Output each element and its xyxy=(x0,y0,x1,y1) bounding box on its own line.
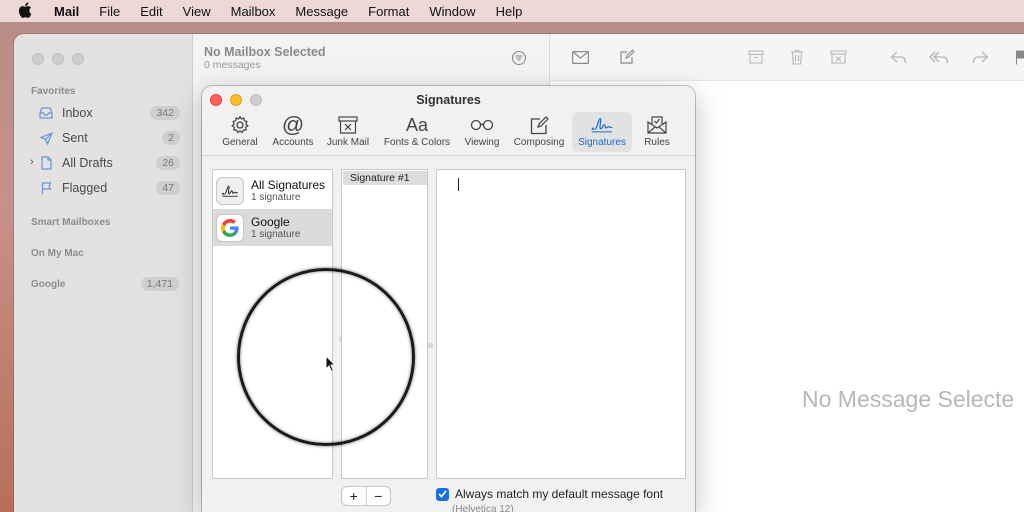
junk-icon[interactable] xyxy=(828,48,848,66)
sidebar-item-flagged[interactable]: Flagged 47 xyxy=(32,178,180,198)
tab-label: Accounts xyxy=(272,137,314,148)
on-my-mac-header[interactable]: On My Mac xyxy=(31,248,84,259)
apple-menu-icon[interactable] xyxy=(18,2,32,18)
default-font-hint: (Helvetica 12) xyxy=(452,504,514,512)
at-sign-icon: @ xyxy=(281,112,305,137)
sidebar-item-label: Inbox xyxy=(62,106,93,120)
mail-close-button[interactable] xyxy=(32,53,44,65)
signature-icon xyxy=(217,177,243,204)
menu-message[interactable]: Message xyxy=(295,4,348,19)
column-resize-handle[interactable] xyxy=(428,343,433,348)
sidebar-item-inbox[interactable]: Inbox 342 xyxy=(32,103,180,123)
tab-label: Composing xyxy=(513,137,565,148)
tab-rules[interactable]: Rules xyxy=(638,112,676,152)
signature-editor[interactable] xyxy=(436,169,686,479)
sidebar-item-label: All Drafts xyxy=(62,156,113,170)
window-title: Signatures xyxy=(416,93,481,107)
menu-format[interactable]: Format xyxy=(368,4,409,19)
signature-count: 1 signature xyxy=(251,228,301,240)
google-account-header[interactable]: Google 1,471 xyxy=(31,277,179,291)
text-cursor xyxy=(458,178,459,191)
tab-label: Signatures xyxy=(578,137,626,148)
forward-icon[interactable] xyxy=(970,48,990,66)
flag-icon xyxy=(38,180,54,196)
tab-junk-mail[interactable]: Junk Mail xyxy=(323,112,373,152)
sidebar-item-sent[interactable]: Sent 2 xyxy=(32,128,180,148)
reply-all-icon[interactable] xyxy=(929,48,949,66)
compose-icon xyxy=(527,114,551,136)
mailbox-sidebar: Favorites Inbox 342 Sent 2 › All Drafts … xyxy=(14,34,193,512)
compose-icon[interactable] xyxy=(617,48,637,66)
add-signature-button[interactable]: + xyxy=(342,487,366,505)
filter-icon[interactable] xyxy=(511,50,527,66)
menu-mailbox[interactable]: Mailbox xyxy=(231,4,276,19)
count-badge: 47 xyxy=(156,181,180,195)
smart-mailboxes-header[interactable]: Smart Mailboxes xyxy=(31,217,110,228)
tab-label: Fonts & Colors xyxy=(383,137,451,148)
signature-list-item[interactable]: Signature #1 xyxy=(343,171,427,185)
trash-icon[interactable] xyxy=(787,48,807,66)
message-count: 0 messages xyxy=(204,59,261,71)
menu-help[interactable]: Help xyxy=(496,4,523,19)
tab-viewing[interactable]: Viewing xyxy=(460,112,504,152)
viewer-toolbar xyxy=(550,34,1024,81)
sidebar-item-all-drafts[interactable]: › All Drafts 26 xyxy=(30,153,180,173)
chevron-right-icon[interactable]: › xyxy=(30,156,34,168)
remove-signature-button[interactable]: − xyxy=(365,487,391,505)
tab-label: Viewing xyxy=(464,137,500,148)
reply-icon[interactable] xyxy=(888,48,908,66)
account-name: Google xyxy=(251,214,290,229)
tab-composing[interactable]: Composing xyxy=(509,112,569,152)
document-icon xyxy=(38,155,54,171)
count-badge: 26 xyxy=(156,156,180,170)
menu-file[interactable]: File xyxy=(99,4,120,19)
checkbox-label: Always match my default message font xyxy=(455,487,664,501)
tab-accounts[interactable]: @ Accounts xyxy=(268,112,318,152)
favorites-header: Favorites xyxy=(31,86,76,97)
unread-count-badge: 342 xyxy=(150,106,180,120)
tab-label: General xyxy=(222,137,258,148)
inbox-tray-icon xyxy=(38,105,54,121)
junk-mail-icon xyxy=(336,114,360,136)
no-message-selected-placeholder: No Message Selecte xyxy=(802,386,1015,412)
tab-general[interactable]: General xyxy=(216,112,264,152)
match-default-font-checkbox[interactable]: Always match my default message font xyxy=(436,487,663,501)
menu-view[interactable]: View xyxy=(183,4,211,19)
signature-icon xyxy=(590,114,614,136)
account-row-google[interactable]: Google 1 signature xyxy=(213,209,332,246)
gear-icon xyxy=(228,114,252,136)
checkmark-icon xyxy=(436,487,449,501)
fonts-icon: Aa xyxy=(405,114,429,135)
sidebar-item-label: Flagged xyxy=(62,181,108,195)
mail-minimize-button[interactable] xyxy=(52,53,64,65)
tab-signatures[interactable]: Signatures xyxy=(572,112,632,152)
mailbox-title: No Mailbox Selected xyxy=(204,45,326,59)
menu-bar: Mail File Edit View Mailbox Message Form… xyxy=(0,0,1024,22)
tab-label: Rules xyxy=(644,137,670,148)
count-badge: 2 xyxy=(162,131,180,145)
google-logo-icon xyxy=(217,214,243,241)
add-remove-control: + − xyxy=(342,487,390,505)
account-name: All Signatures xyxy=(251,177,326,192)
paper-plane-icon xyxy=(38,130,54,146)
menu-edit[interactable]: Edit xyxy=(140,4,162,19)
account-row-all-signatures[interactable]: All Signatures 1 signature xyxy=(213,172,332,209)
mail-zoom-button[interactable] xyxy=(72,53,84,65)
menu-app-mail[interactable]: Mail xyxy=(54,4,79,19)
archive-icon[interactable] xyxy=(746,48,766,66)
rules-envelope-icon xyxy=(645,114,669,136)
menu-window[interactable]: Window xyxy=(429,4,475,19)
get-mail-envelope-icon[interactable] xyxy=(570,48,590,66)
mail-window-controls xyxy=(32,53,84,65)
account-label: Google xyxy=(31,278,66,290)
signature-count: 1 signature xyxy=(251,191,301,203)
preferences-toolbar: General @ Accounts Junk Mail Aa Fonts & … xyxy=(202,112,695,156)
flag-toolbar-icon[interactable] xyxy=(1011,48,1024,66)
glasses-icon xyxy=(470,114,494,136)
sidebar-item-label: Sent xyxy=(62,131,88,145)
count-badge: 1,471 xyxy=(140,277,179,291)
mouse-pointer-icon xyxy=(325,355,337,373)
tab-fonts-colors[interactable]: Aa Fonts & Colors xyxy=(379,112,455,152)
tab-label: Junk Mail xyxy=(326,137,370,148)
